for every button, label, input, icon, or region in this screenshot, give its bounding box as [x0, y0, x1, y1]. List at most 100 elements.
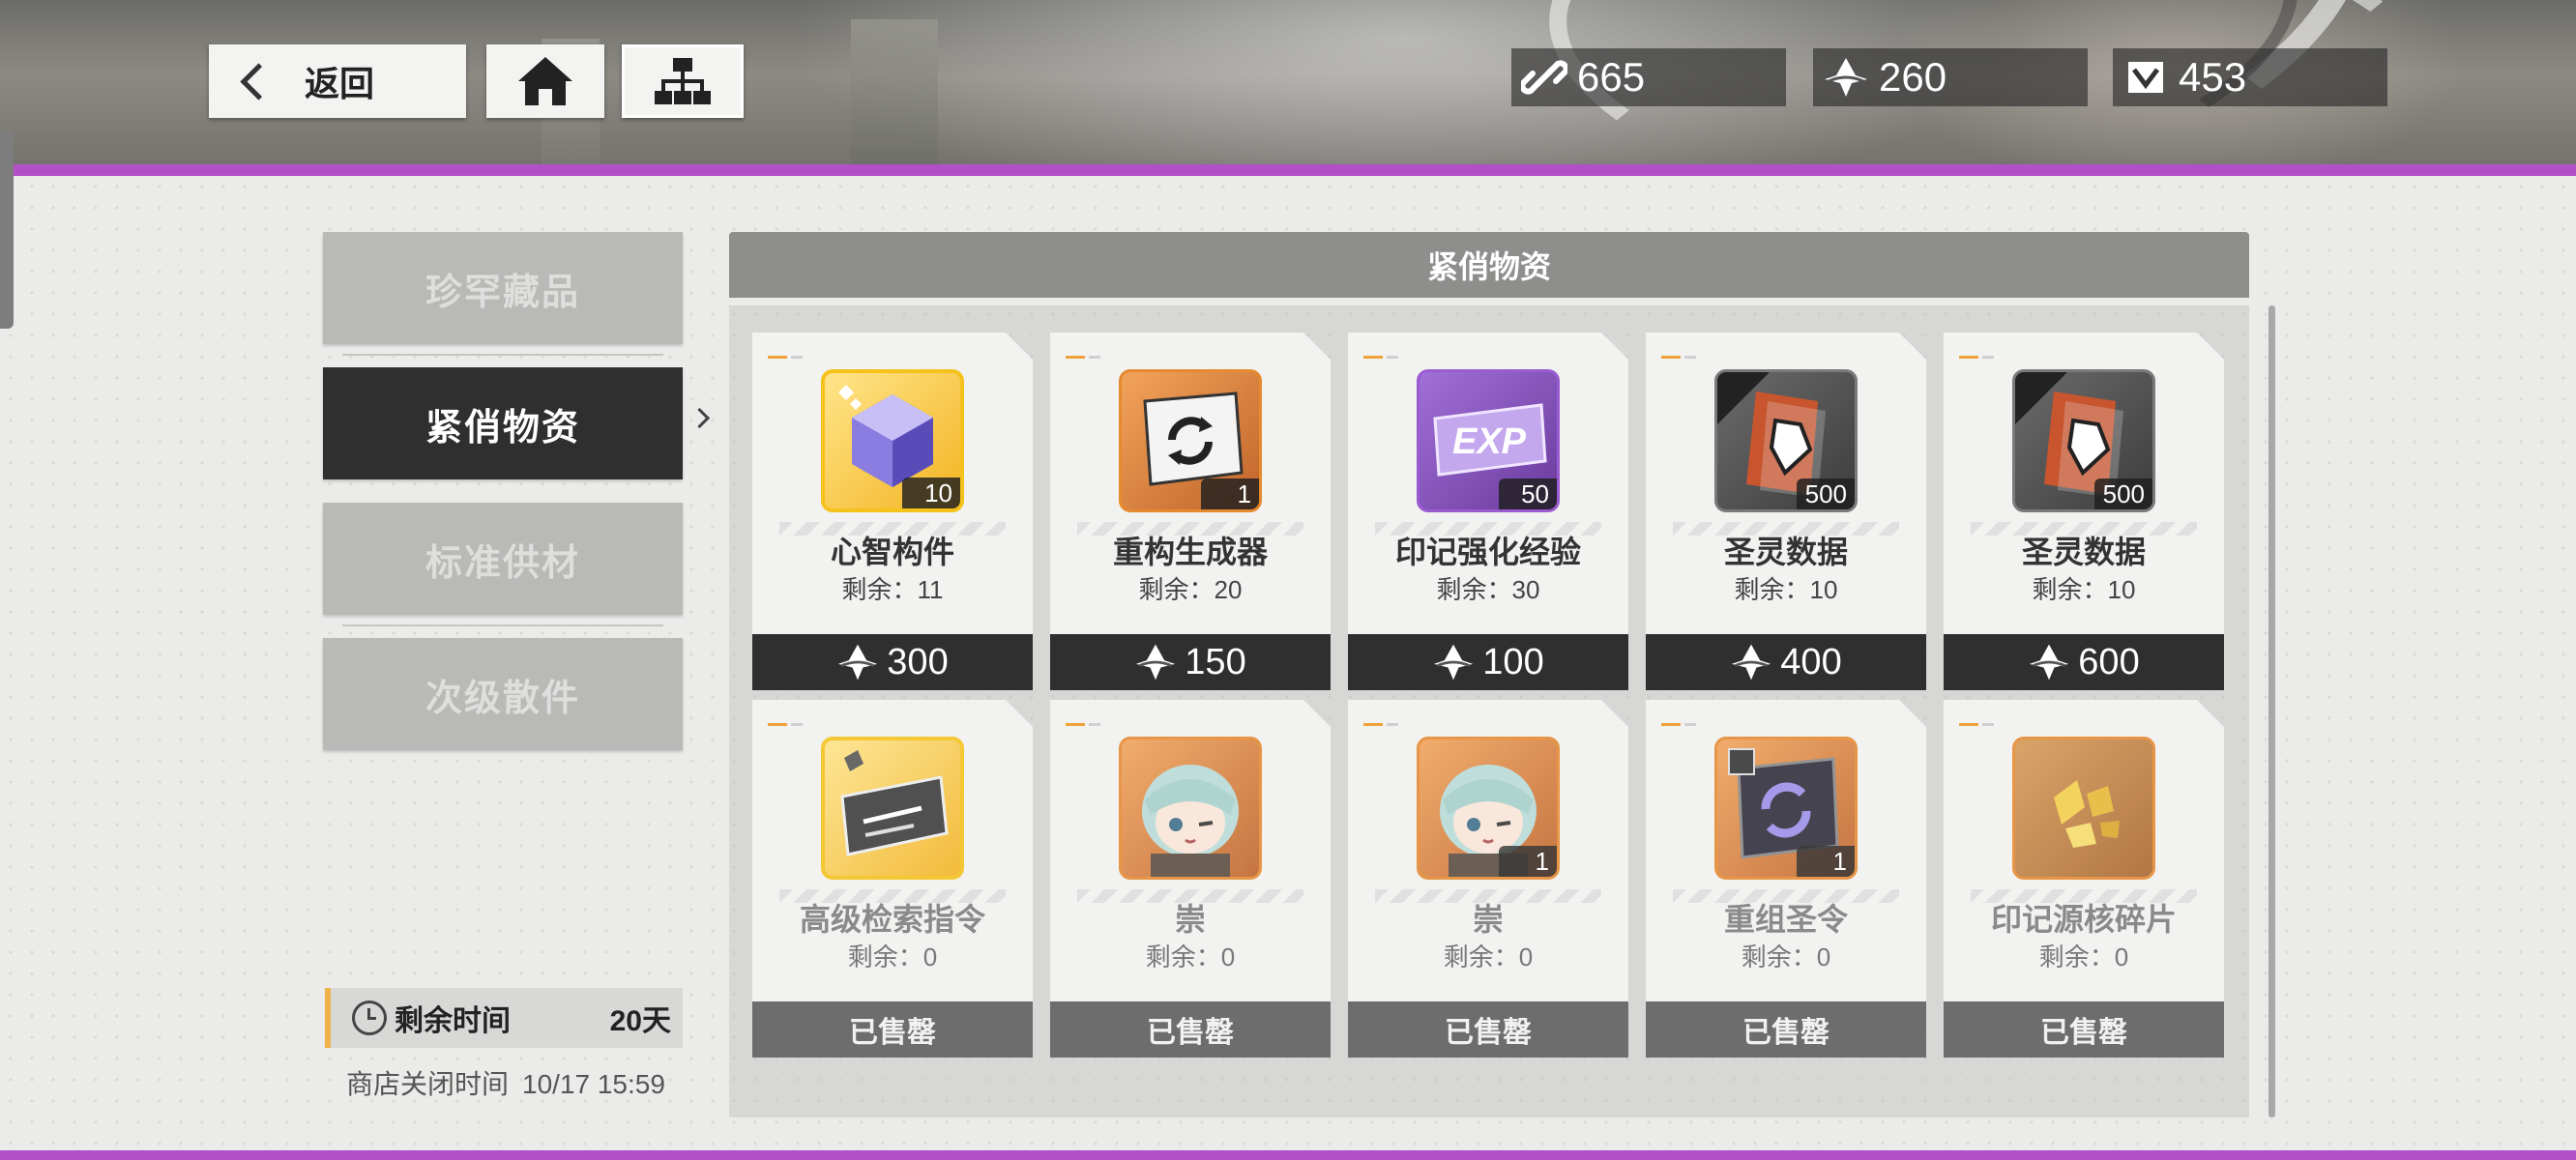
item-remaining: 剩余：30 [1436, 575, 1540, 604]
item-remaining: 剩余：10 [2032, 575, 2136, 604]
sold-out-label: 已售罄 [1742, 1017, 1830, 1049]
buy-button[interactable]: 600 [1944, 634, 2224, 690]
tab-divider [342, 624, 663, 626]
menu-tree-button[interactable] [622, 44, 744, 118]
tab-divider [342, 354, 663, 356]
item-name: 重组圣令 [1723, 902, 1848, 937]
item-remaining: 剩余：0 [1741, 942, 1831, 972]
item-name: 圣灵数据 [1723, 535, 1848, 569]
item-name: 印记强化经验 [1394, 535, 1581, 569]
shop-close-time: 商店关闭时间 10/17 15:59 [346, 1063, 679, 1102]
rebuild-generator-icon: 1 [1119, 369, 1262, 512]
retrieval-instruction-icon [821, 737, 964, 880]
mind-cube-icon: 10 [821, 369, 964, 512]
shop-item-card-sold[interactable]: 崇 剩余：0 已售罄 [1050, 700, 1331, 1058]
chibi-character-icon: 1 [1417, 737, 1560, 880]
chibi-character-icon [1119, 737, 1262, 880]
currency-link[interactable]: 665 [1511, 48, 1786, 106]
item-price: 400 [1780, 641, 1842, 682]
item-remaining: 剩余：0 [2038, 942, 2129, 972]
tab-standard-materials[interactable]: 标准供材 [323, 503, 683, 615]
home-icon [518, 57, 572, 105]
card-tag [1959, 356, 1978, 359]
crystal-icon [1732, 644, 1771, 681]
buy-button[interactable]: 400 [1646, 634, 1926, 690]
item-price: 150 [1185, 641, 1246, 682]
card-tag [1387, 723, 1398, 726]
shop-item-card[interactable]: EXP 50 印记强化经验 剩余：30 100 [1348, 333, 1628, 690]
item-name: 高级检索指令 [799, 902, 985, 937]
buy-button[interactable]: 300 [752, 634, 1033, 690]
shop-item-card-sold[interactable]: 印记源核碎片 剩余：0 已售罄 [1944, 700, 2224, 1058]
home-button[interactable] [486, 44, 604, 118]
card-tag [1363, 723, 1383, 726]
item-quantity: 10 [902, 478, 960, 508]
close-time-value: 10/17 15:59 [522, 1069, 665, 1099]
svg-text:EXP: EXP [1452, 421, 1527, 462]
card-tag [791, 723, 803, 726]
hierarchy-icon [655, 58, 711, 104]
crystal-icon [2030, 644, 2069, 681]
clock-icon [352, 1000, 387, 1035]
shop-item-card[interactable]: 500 圣灵数据 剩余：10 600 [1944, 333, 2224, 690]
card-tag [1661, 723, 1681, 726]
shop-item-card[interactable]: 10 心智构件 剩余：11 300 [752, 333, 1033, 690]
shop-item-card-sold[interactable]: 1 崇 剩余：0 已售罄 [1348, 700, 1628, 1058]
buy-button[interactable]: 100 [1348, 634, 1628, 690]
shop-item-card-sold[interactable]: 高级检索指令 剩余：0 已售罄 [752, 700, 1033, 1058]
side-handle[interactable] [0, 130, 14, 329]
item-remaining: 剩余：20 [1138, 575, 1243, 604]
card-tag [768, 356, 787, 359]
exp-corner-badge [2015, 372, 2067, 424]
crystal-icon [1434, 644, 1474, 681]
item-quantity: 1 [1201, 478, 1259, 509]
sold-out-button: 已售罄 [1050, 1001, 1331, 1058]
item-quantity: 1 [1797, 846, 1855, 877]
tab-rare-collection[interactable]: 珍罕藏品 [323, 232, 683, 344]
chevron-left-icon [240, 62, 278, 101]
back-button[interactable]: 返回 [209, 44, 466, 118]
item-name: 圣灵数据 [2021, 535, 2146, 569]
currency-value: 665 [1577, 54, 1646, 100]
timer-value: 20天 [609, 1005, 671, 1037]
currency-crystal[interactable]: 260 [1813, 48, 2088, 106]
item-price: 600 [2078, 641, 2140, 682]
shop-item-card[interactable]: 500 圣灵数据 剩余：10 400 [1646, 333, 1926, 690]
sold-out-label: 已售罄 [1445, 1017, 1532, 1049]
sold-out-button: 已售罄 [1944, 1001, 2224, 1058]
item-name: 印记源核碎片 [1990, 902, 2177, 937]
card-tag [1089, 356, 1100, 359]
card-tag [768, 723, 787, 726]
item-name: 重构生成器 [1112, 535, 1268, 569]
item-remaining: 剩余：0 [847, 942, 938, 972]
shop-item-card[interactable]: 1 重构生成器 剩余：20 150 [1050, 333, 1331, 690]
item-quantity: 500 [1797, 478, 1855, 509]
sold-out-label: 已售罄 [2040, 1017, 2127, 1049]
crystal-icon [1136, 644, 1176, 681]
timer-label: 剩余时间 [395, 1005, 511, 1037]
section-header: 紧俏物资 [729, 232, 2249, 298]
crystal-icon [838, 644, 878, 681]
sold-out-label: 已售罄 [1147, 1017, 1234, 1049]
card-tag [1959, 723, 1978, 726]
item-name: 崇 [1472, 902, 1504, 937]
sold-out-button: 已售罄 [1348, 1001, 1628, 1058]
buy-button[interactable]: 150 [1050, 634, 1331, 690]
item-remaining: 剩余：11 [841, 575, 944, 604]
remaining-time-panel: 剩余时间 20天 [325, 988, 683, 1048]
card-tag [1684, 356, 1696, 359]
spirit-data-icon: 500 [1714, 369, 1858, 512]
header-divider [0, 164, 2576, 176]
tab-label: 紧俏物资 [424, 407, 580, 449]
currency-ticket[interactable]: 453 [2113, 48, 2387, 106]
tab-scarce-supplies[interactable]: 紧俏物资 [323, 367, 683, 479]
tab-secondary-parts[interactable]: 次级散件 [323, 638, 683, 750]
card-tag [1661, 356, 1681, 359]
tab-label: 次级散件 [424, 678, 580, 719]
shop-item-card-sold[interactable]: 1 重组圣令 剩余：0 已售罄 [1646, 700, 1926, 1058]
sold-out-button: 已售罄 [752, 1001, 1033, 1058]
scrollbar[interactable] [2269, 305, 2275, 1117]
tab-label: 珍罕藏品 [424, 272, 580, 313]
link-icon [1519, 52, 1569, 102]
section-title: 紧俏物资 [1426, 249, 1551, 284]
